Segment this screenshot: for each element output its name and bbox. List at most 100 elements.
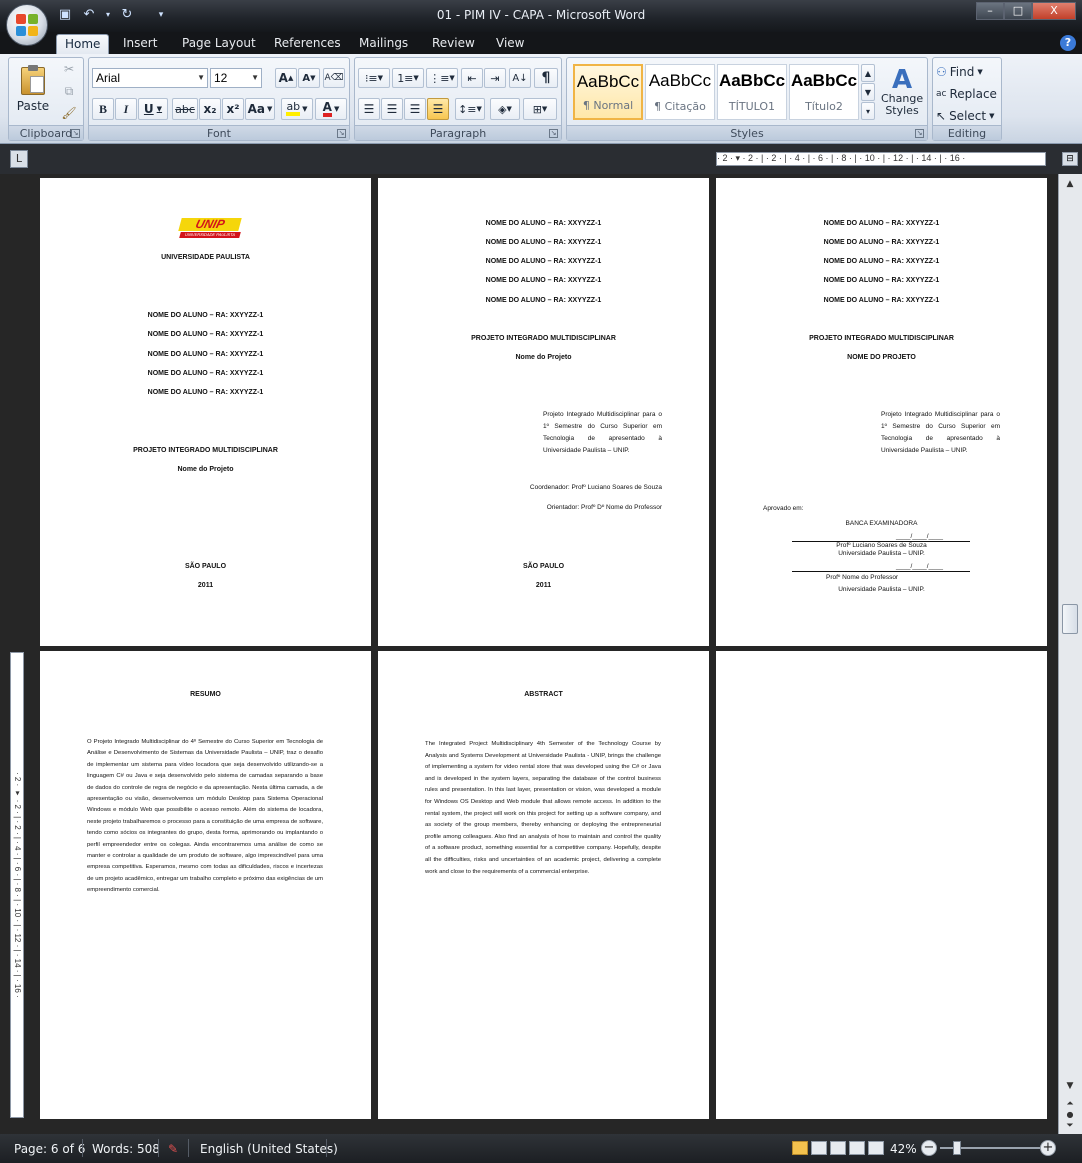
bullets-button[interactable]: ⁝≡ ▼ (358, 68, 390, 88)
change-styles-icon: A (891, 65, 913, 95)
select-button[interactable]: ↖ Select ▼ (935, 105, 999, 127)
bold-button[interactable]: B (92, 98, 114, 120)
city: SÃO PAULO (184, 563, 227, 570)
minimize-button[interactable]: – (976, 2, 1004, 20)
draft-view-icon[interactable] (868, 1141, 884, 1155)
clear-formatting-icon[interactable]: A⌫ (323, 68, 345, 88)
tab-insert[interactable]: Insert (115, 34, 165, 54)
copy-icon[interactable]: ⧉ (59, 82, 79, 100)
zoom-out-button[interactable]: − (921, 1140, 937, 1156)
proofing-icon[interactable]: ✎ (168, 1142, 178, 1156)
font-size-value: 12 (214, 71, 228, 85)
styles-scroll-up-icon[interactable]: ▲ (861, 64, 875, 82)
styles-launcher-icon[interactable]: ↘ (915, 129, 924, 138)
page-indicator[interactable]: Page: 6 of 6 (14, 1142, 85, 1156)
title-bar: ▣ ↶ ▾ ↻ ▾ 01 - PIM IV - CAPA - Microsoft… (0, 0, 1082, 46)
underline-button[interactable]: U ▼ (138, 98, 168, 120)
font-launcher-icon[interactable]: ↘ (337, 129, 346, 138)
format-painter-icon[interactable]: 🖌 (59, 104, 79, 122)
page-1[interactable]: UNIP UNIVERSIDADE PAULISTA UNIVERSIDADE … (40, 178, 371, 646)
print-layout-view-icon[interactable] (792, 1141, 808, 1155)
zoom-level[interactable]: 42% (890, 1142, 917, 1156)
font-family-combo[interactable]: Arial ▼ (92, 68, 208, 88)
office-button[interactable] (6, 4, 48, 46)
full-screen-reading-view-icon[interactable] (811, 1141, 827, 1155)
next-page-icon[interactable]: ⏷ (1061, 1118, 1079, 1134)
page-4[interactable]: RESUMO O Projeto Integrado Multidiscipli… (40, 651, 371, 1119)
paragraph-group-label: Paragraph (355, 125, 561, 140)
student-line: NOME DO ALUNO – RA: XXYYZZ-1 (485, 239, 602, 246)
style-sample: AaBbCc (576, 72, 640, 91)
paste-button[interactable]: Paste (13, 62, 53, 118)
tab-page-layout[interactable]: Page Layout (174, 34, 264, 54)
vertical-scrollbar[interactable]: ▲ ▼ ⏶ ● ⏷ (1058, 174, 1082, 1134)
page-2[interactable]: NOME DO ALUNO – RA: XXYYZZ-1 NOME DO ALU… (378, 178, 709, 646)
zoom-in-button[interactable]: + (1040, 1140, 1056, 1156)
replace-button[interactable]: ac Replace (935, 83, 999, 105)
tab-home[interactable]: Home (56, 34, 110, 54)
styles-scroll-down-icon[interactable]: ▼ (861, 83, 875, 101)
shrink-font-button[interactable]: A ▼ (298, 68, 320, 88)
justify-icon[interactable]: ☰ (427, 98, 449, 120)
style-citacao[interactable]: AaBbCc ¶ Citação (645, 64, 715, 120)
word-count[interactable]: Words: 508 (92, 1142, 160, 1156)
paragraph-group: ⁝≡ ▼ 1≡ ▼ ⋮≡ ▼ ⇤ ⇥ A↓ ¶ ☰ ☰ ☰ ☰ ↕≡ ▼ ◈ ▼ ⊞ ▼ P… (354, 57, 562, 141)
find-button[interactable]: ⚇ Find ▼ (935, 61, 999, 83)
highlight-button[interactable]: ab ▼ (281, 98, 313, 120)
scroll-thumb[interactable] (1062, 604, 1078, 634)
language-indicator[interactable]: English (United States) (200, 1142, 338, 1156)
web-layout-view-icon[interactable] (830, 1141, 846, 1155)
page-6[interactable] (716, 651, 1047, 1119)
tab-mailings[interactable]: Mailings (351, 34, 416, 54)
italic-button[interactable]: I (115, 98, 137, 120)
style-titulo1[interactable]: AaBbCc TÍTULO1 (717, 64, 787, 120)
font-size-combo[interactable]: 12 ▼ (210, 68, 262, 88)
font-color-button[interactable]: A ▼ (315, 98, 347, 120)
align-right-icon[interactable]: ☰ (404, 98, 426, 120)
scroll-up-icon[interactable]: ▲ (1061, 176, 1079, 192)
page-5[interactable]: ABSTRACT The Integrated Project Multidis… (378, 651, 709, 1119)
paragraph-launcher-icon[interactable]: ↘ (549, 129, 558, 138)
tab-references[interactable]: References (266, 34, 349, 54)
select-label: Select (949, 109, 987, 123)
borders-button[interactable]: ⊞ ▼ (523, 98, 557, 120)
sort-icon[interactable]: A↓ (509, 68, 531, 88)
styles-more-icon[interactable]: ▾ (861, 102, 875, 120)
increase-indent-icon[interactable]: ⇥ (484, 68, 506, 88)
maximize-button[interactable]: □ (1004, 2, 1032, 20)
close-button[interactable]: X (1032, 2, 1076, 20)
multilevel-list-button[interactable]: ⋮≡ ▼ (426, 68, 458, 88)
superscript-button[interactable]: x² (222, 98, 244, 120)
horizontal-ruler[interactable]: · 2 · ▾ · 2 · | · 2 · | · 4 · | · 6 · | … (716, 152, 1046, 166)
subscript-button[interactable]: x₂ (199, 98, 221, 120)
ruler-toggle-icon[interactable]: ⊟ (1062, 152, 1078, 166)
decrease-indent-icon[interactable]: ⇤ (461, 68, 483, 88)
align-center-icon[interactable]: ☰ (381, 98, 403, 120)
grow-font-button[interactable]: A ▲ (275, 68, 297, 88)
cut-icon[interactable]: ✂ (59, 60, 79, 78)
project-description: Projeto Integrado Multidisciplinar para … (881, 411, 1000, 454)
clipboard-launcher-icon[interactable]: ↘ (71, 129, 80, 138)
zoom-slider-thumb[interactable] (953, 1141, 961, 1155)
shading-button[interactable]: ◈ ▼ (490, 98, 520, 120)
style-normal[interactable]: AaBbCc ¶ Normal (573, 64, 643, 120)
show-formatting-button[interactable]: ¶ (534, 68, 558, 88)
line-spacing-icon: ↕≡ (458, 102, 477, 116)
tab-review[interactable]: Review (424, 34, 483, 54)
member-1-name: Profº Luciano Soares de Souza (836, 542, 927, 549)
page-3[interactable]: NOME DO ALUNO – RA: XXYYZZ-1 NOME DO ALU… (716, 178, 1047, 646)
vertical-ruler[interactable]: · 2 · ▾ · 2 · | · 2 · | · 4 · | · 6 · | … (10, 652, 24, 1118)
change-case-button[interactable]: Aa ▼ (245, 98, 275, 120)
member-2-institution: Universidade Paulista – UNIP. (838, 586, 925, 593)
line-spacing-button[interactable]: ↕≡ ▼ (455, 98, 485, 120)
numbering-button[interactable]: 1≡ ▼ (392, 68, 424, 88)
help-icon[interactable]: ? (1060, 35, 1076, 51)
change-styles-button[interactable]: A Change Styles (879, 62, 925, 122)
tab-view[interactable]: View (488, 34, 532, 54)
style-titulo2[interactable]: AaBbCc Título2 (789, 64, 859, 120)
align-left-icon[interactable]: ☰ (358, 98, 380, 120)
scroll-down-icon[interactable]: ▼ (1061, 1078, 1079, 1094)
tab-selector[interactable]: L (10, 150, 28, 168)
outline-view-icon[interactable] (849, 1141, 865, 1155)
strikethrough-button[interactable]: abc (172, 98, 198, 120)
